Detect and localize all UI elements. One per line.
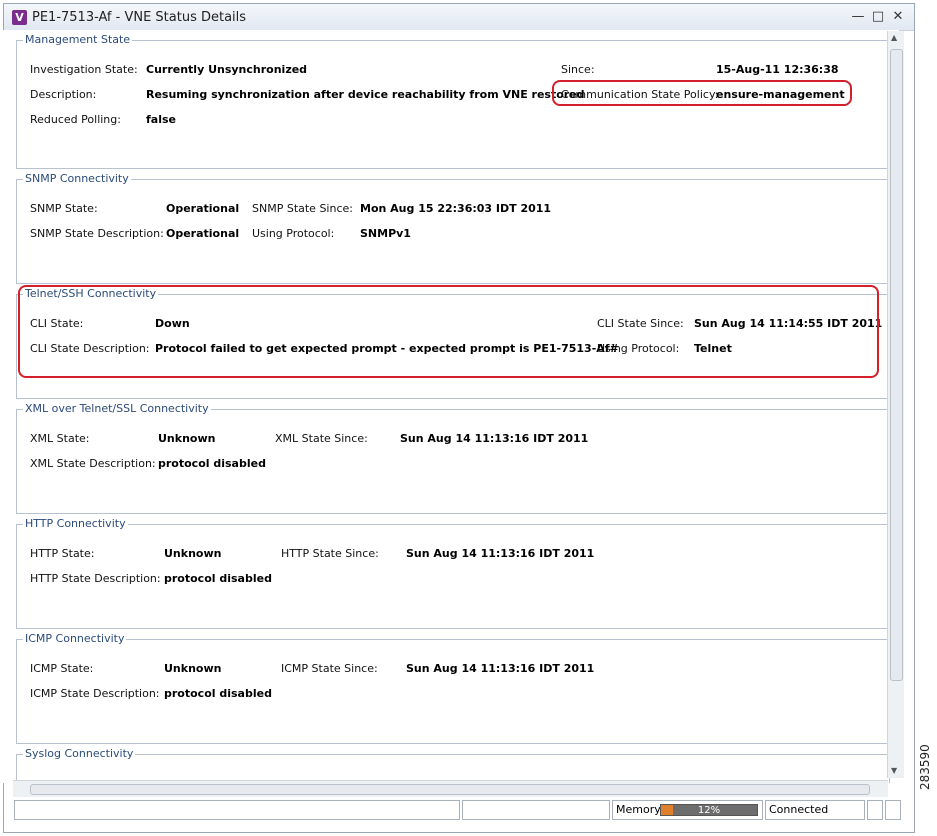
memory-percent: 12% (697, 805, 721, 816)
reduced-polling-label: Reduced Polling: (30, 113, 121, 126)
investigation-state-value: Currently Unsynchronized (146, 63, 308, 76)
status-field-main (14, 800, 460, 820)
xml-state-value: Unknown (158, 432, 216, 445)
syslog-connectivity-section: Syslog Connectivity (16, 747, 890, 783)
section-title: Syslog Connectivity (23, 747, 136, 760)
window-title: PE1-7513-Af - VNE Status Details (32, 10, 247, 25)
policy-highlight (552, 80, 852, 106)
status-field-extra (867, 800, 883, 820)
description-value: Resuming synchronization after device re… (146, 88, 585, 101)
connection-status: Connected (765, 800, 865, 820)
xml-state-label: XML State: (30, 432, 90, 445)
snmp-state-value: Operational (166, 202, 240, 215)
close-icon[interactable]: ✕ (890, 9, 906, 25)
reduced-polling-value: false (146, 113, 176, 126)
http-connectivity-section: HTTP Connectivity HTTP State: Unknown HT… (16, 517, 890, 629)
icmp-since-value: Sun Aug 14 11:13:16 IDT 2011 (406, 662, 595, 675)
minimize-icon[interactable]: — (850, 9, 866, 25)
memory-bar: 12% (660, 804, 758, 816)
icmp-state-label: ICMP State: (30, 662, 94, 675)
status-field-secondary (462, 800, 610, 820)
icmp-description-value: protocol disabled (164, 687, 272, 700)
snmp-description-value: Operational (166, 227, 240, 240)
xml-since-value: Sun Aug 14 11:13:16 IDT 2011 (400, 432, 589, 445)
snmp-connectivity-section: SNMP Connectivity SNMP State: Operationa… (16, 172, 890, 284)
status-bar: Memory: 12% Connected (10, 800, 905, 822)
section-title: XML over Telnet/SSL Connectivity (23, 402, 211, 415)
icmp-state-value: Unknown (164, 662, 222, 675)
snmp-since-label: SNMP State Since: (252, 202, 353, 215)
investigation-state-label: Investigation State: (30, 63, 138, 76)
snmp-state-label: SNMP State: (30, 202, 98, 215)
section-title: ICMP Connectivity (23, 632, 127, 645)
snmp-since-value: Mon Aug 15 22:36:03 IDT 2011 (360, 202, 552, 215)
icmp-connectivity-section: ICMP Connectivity ICMP State: Unknown IC… (16, 632, 890, 744)
xml-connectivity-section: XML over Telnet/SSL Connectivity XML Sta… (16, 402, 890, 514)
icmp-since-label: ICMP State Since: (281, 662, 378, 675)
xml-since-label: XML State Since: (275, 432, 368, 445)
vertical-scrollbar[interactable]: ▲ ▼ (887, 31, 904, 778)
snmp-protocol-value: SNMPv1 (360, 227, 411, 240)
horizontal-scrollbar[interactable] (13, 780, 888, 797)
figure-id: 283590 (918, 744, 932, 790)
xml-description-value: protocol disabled (158, 457, 266, 470)
memory-label: Memory: (616, 803, 664, 816)
app-logo-icon: V (12, 10, 27, 25)
vertical-scroll-thumb[interactable] (890, 49, 903, 681)
snmp-protocol-label: Using Protocol: (252, 227, 335, 240)
section-title: SNMP Connectivity (23, 172, 131, 185)
section-title: HTTP Connectivity (23, 517, 128, 530)
http-state-label: HTTP State: (30, 547, 95, 560)
http-state-value: Unknown (164, 547, 222, 560)
status-field-extra-2 (885, 800, 901, 820)
icmp-description-label: ICMP State Description: (30, 687, 160, 700)
since-label: Since: (561, 63, 595, 76)
xml-description-label: XML State Description: (30, 457, 156, 470)
horizontal-scroll-thumb[interactable] (30, 784, 870, 795)
since-value: 15-Aug-11 12:36:38 (716, 63, 839, 76)
http-since-value: Sun Aug 14 11:13:16 IDT 2011 (406, 547, 595, 560)
http-since-label: HTTP State Since: (281, 547, 379, 560)
snmp-description-label: SNMP State Description: (30, 227, 164, 240)
scroll-down-icon[interactable]: ▼ (891, 766, 897, 775)
http-description-label: HTTP State Description: (30, 572, 161, 585)
maximize-icon[interactable]: □ (870, 9, 886, 25)
title-bar[interactable]: V PE1-7513-Af - VNE Status Details — □ ✕ (4, 4, 914, 31)
description-label: Description: (30, 88, 97, 101)
memory-indicator: Memory: 12% (612, 800, 763, 820)
section-title: Management State (23, 33, 133, 46)
http-description-value: protocol disabled (164, 572, 272, 585)
scroll-up-icon[interactable]: ▲ (891, 33, 897, 42)
telnet-section-highlight (18, 285, 879, 378)
details-panel: Management State Investigation State: Cu… (3, 30, 899, 783)
